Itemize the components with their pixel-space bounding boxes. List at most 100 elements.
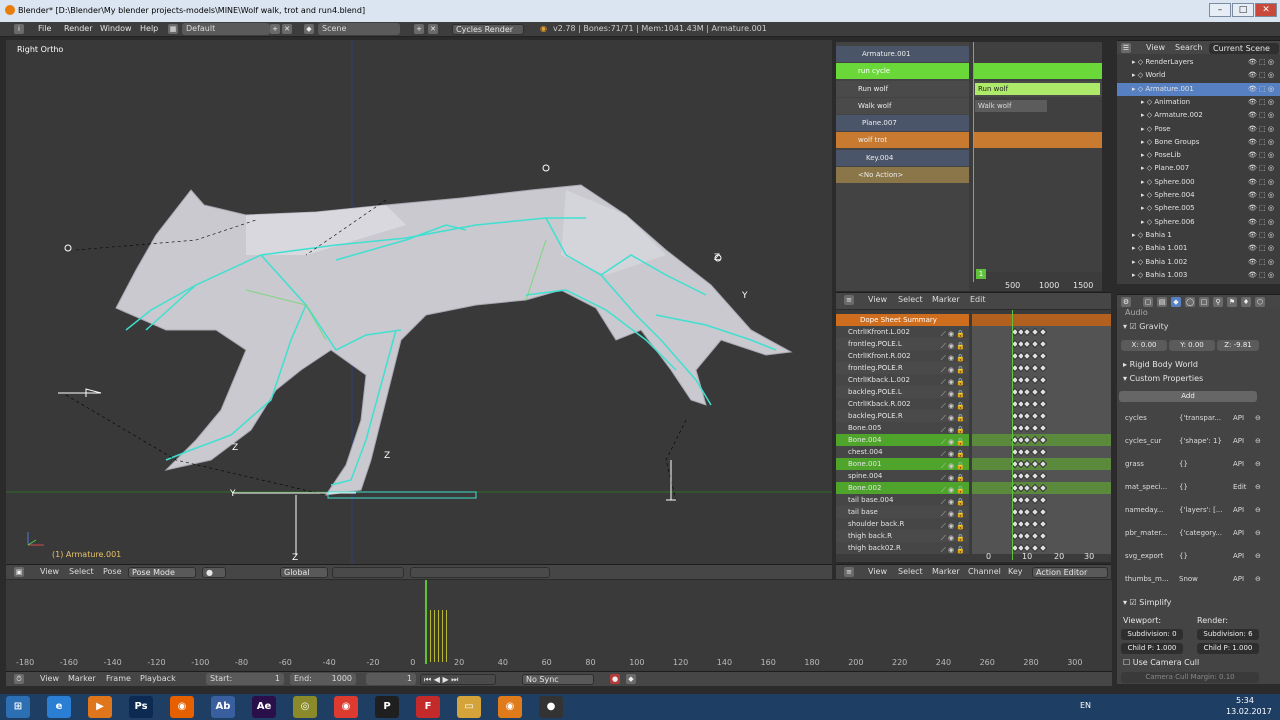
remove-layout-icon[interactable]: ✕	[282, 24, 292, 34]
bone-tab-icon[interactable]: ♦	[1241, 297, 1251, 307]
keyframe-marker[interactable]	[1038, 495, 1048, 505]
action-select-menu[interactable]: Select	[898, 567, 923, 576]
dope-channel-row[interactable]: shoulder back.R ⟋ ◉ 🔒	[836, 518, 969, 530]
outliner-item[interactable]: ▸ ◇ Sphere.006 👁 ⬚ ◎	[1117, 216, 1280, 229]
scene-field[interactable]: Scene	[318, 23, 400, 35]
render-tab-icon[interactable]: ▢	[1143, 297, 1153, 307]
outliner[interactable]: ▸ ◇ RenderLayers 👁 ⬚ ◎ ▸ ◇ World 👁 ⬚ ◎ ▸ ◇ A…	[1117, 40, 1280, 284]
taskbar-P-icon[interactable]: P	[375, 696, 399, 718]
scene-icon[interactable]: ◆	[304, 24, 314, 34]
sync-select[interactable]: No Sync	[522, 674, 594, 685]
property-api-button[interactable]: Edit	[1233, 479, 1247, 495]
outliner-item[interactable]: ▸ ◇ Animation 👁 ⬚ ◎	[1117, 96, 1280, 109]
property-api-button[interactable]: API	[1233, 548, 1244, 564]
screen-layout-field[interactable]: Default	[182, 23, 270, 35]
subdivision-viewport[interactable]: Subdivision: 0	[1121, 629, 1183, 640]
outliner-search-menu[interactable]: Search	[1175, 43, 1202, 52]
editor-type-timeline-icon[interactable]: ⏱	[14, 674, 24, 684]
outliner-item[interactable]: ▸ ◇ Bahia 1.003 👁 ⬚ ◎	[1117, 269, 1280, 282]
taskbar-start-icon[interactable]: ⊞	[6, 696, 30, 718]
property-api-button[interactable]: API	[1233, 410, 1244, 426]
pose-tools[interactable]	[410, 567, 550, 578]
playback-controls[interactable]: ⏮ ◀ ▶ ⏭	[420, 674, 496, 685]
add-layout-icon[interactable]: +	[270, 24, 280, 34]
taskbar-obs-icon[interactable]: ●	[539, 696, 563, 718]
outliner-item[interactable]: ▸ ◇ Pose 👁 ⬚ ◎	[1117, 123, 1280, 136]
timeline-view-menu[interactable]: View	[40, 674, 59, 683]
visibility-icons[interactable]: 👁 ⬚ ◎	[1248, 229, 1274, 242]
add-property-button[interactable]: Add	[1119, 391, 1257, 402]
editor-type-properties-icon[interactable]: ⚙	[1121, 297, 1131, 307]
dope-channel-strip[interactable]	[972, 470, 1111, 482]
keyframe-marker[interactable]	[1038, 447, 1048, 457]
dope-channel-row[interactable]: frontleg.POLE.L ⟋ ◉ 🔒	[836, 338, 969, 350]
view-menu[interactable]: View	[40, 567, 59, 576]
dope-channel-row[interactable]: Bone.001 ⟋ ◉ 🔒	[836, 458, 969, 470]
visibility-icons[interactable]: 👁 ⬚ ◎	[1248, 162, 1274, 175]
dope-channel-strip[interactable]	[972, 434, 1111, 446]
nla-track-key[interactable]: Key.004	[836, 150, 969, 166]
visibility-icons[interactable]: 👁 ⬚ ◎	[1248, 189, 1274, 202]
dope-channel-strip[interactable]	[972, 398, 1111, 410]
visibility-icons[interactable]: 👁 ⬚ ◎	[1248, 242, 1274, 255]
nla-track-armature[interactable]: Armature.001	[836, 46, 969, 62]
visibility-icons[interactable]: 👁 ⬚ ◎	[1248, 56, 1274, 69]
nla-track-no-action[interactable]: <No Action>	[836, 167, 969, 183]
menu-render[interactable]: Render	[64, 24, 92, 33]
select-menu[interactable]: Select	[69, 567, 94, 576]
taskbar-chrome-alt-icon[interactable]: ◎	[293, 696, 317, 718]
mode-select[interactable]: Pose Mode	[128, 567, 196, 578]
outliner-item[interactable]: ▸ ◇ Armature.002 👁 ⬚ ◎	[1117, 109, 1280, 122]
dope-channel-strip[interactable]	[972, 494, 1111, 506]
dope-channel-strip[interactable]	[972, 362, 1111, 374]
clock-time[interactable]: 5:34	[1236, 696, 1254, 705]
outliner-item[interactable]: ▸ ◇ Bahia 1 👁 ⬚ ◎	[1117, 229, 1280, 242]
visibility-icons[interactable]: 👁 ⬚ ◎	[1248, 216, 1274, 229]
remove-property-icon[interactable]: ⊖	[1255, 456, 1261, 472]
keyframe-marker[interactable]	[1038, 423, 1048, 433]
add-scene-icon[interactable]: +	[414, 24, 424, 34]
minimize-button[interactable]: –	[1209, 3, 1231, 17]
taskbar-ie-icon[interactable]: e	[47, 696, 71, 718]
dope-channel-strip[interactable]	[972, 518, 1111, 530]
dope-channel-row[interactable]: spine.004 ⟋ ◉ 🔒	[836, 470, 969, 482]
visibility-icons[interactable]: 👁 ⬚ ◎	[1248, 256, 1274, 269]
outliner-item[interactable]: ▸ ◇ Bahia 1.002 👁 ⬚ ◎	[1117, 256, 1280, 269]
maximize-button[interactable]: □	[1232, 3, 1254, 17]
3d-viewport[interactable]: Right Ortho Y Z Z Z Y Z (1) Armature.001	[6, 40, 832, 564]
taskbar-firefox-icon[interactable]: ◉	[170, 696, 194, 718]
dope-channel-strip[interactable]	[972, 506, 1111, 518]
keyframe-marker[interactable]	[1038, 507, 1048, 517]
taskbar-Ae-icon[interactable]: Ae	[252, 696, 276, 718]
orientation-select[interactable]: Global	[280, 567, 328, 578]
outliner-item[interactable]: ▸ ◇ Sphere.004 👁 ⬚ ◎	[1117, 189, 1280, 202]
action-marker-menu[interactable]: Marker	[932, 567, 960, 576]
outliner-item[interactable]: ▸ ◇ Sphere.000 👁 ⬚ ◎	[1117, 176, 1280, 189]
simplify-section[interactable]: ▾ ☑ Simplify	[1123, 598, 1171, 607]
gravity-section[interactable]: ▾ ☑ Gravity	[1123, 322, 1169, 331]
end-frame-field[interactable]: End: 1000	[290, 673, 356, 685]
keyframe-marker[interactable]	[1038, 435, 1048, 445]
visibility-icons[interactable]: 👁 ⬚ ◎	[1248, 109, 1274, 122]
nla-track-run-wolf[interactable]: Run wolf	[836, 81, 969, 97]
nla-track-wolf-trot[interactable]: wolf trot	[836, 132, 969, 148]
nla-strip-walk-wolf[interactable]: Walk wolf	[975, 100, 1047, 112]
editor-type-action-icon[interactable]: ≡	[844, 567, 854, 577]
remove-property-icon[interactable]: ⊖	[1255, 502, 1261, 518]
outliner-item[interactable]: ▸ ◇ Bone Groups 👁 ⬚ ◎	[1117, 136, 1280, 149]
dope-channel-row[interactable]: CntrlIKfront.R.002 ⟋ ◉ 🔒	[836, 350, 969, 362]
action-view-menu[interactable]: View	[868, 567, 887, 576]
visibility-icons[interactable]: 👁 ⬚ ◎	[1248, 149, 1274, 162]
layers-tab-icon[interactable]: ▤	[1157, 297, 1167, 307]
dope-channel-strip[interactable]	[972, 374, 1111, 386]
visibility-icons[interactable]: 👁 ⬚ ◎	[1248, 269, 1274, 282]
childp-render[interactable]: Child P: 1.000	[1197, 643, 1259, 654]
property-api-button[interactable]: API	[1233, 571, 1244, 587]
taskbar-F-icon[interactable]: F	[416, 696, 440, 718]
dope-channel-row[interactable]: CntrlIKback.L.002 ⟋ ◉ 🔒	[836, 374, 969, 386]
start-frame-field[interactable]: Start: 1	[206, 673, 284, 685]
taskbar-Ab-icon[interactable]: Ab	[211, 696, 235, 718]
action-key-menu[interactable]: Key	[1008, 567, 1023, 576]
dope-channel-row[interactable]: tail base.004 ⟋ ◉ 🔒	[836, 494, 969, 506]
dope-channel-row[interactable]: thigh back02.R ⟋ ◉ 🔒	[836, 542, 969, 554]
